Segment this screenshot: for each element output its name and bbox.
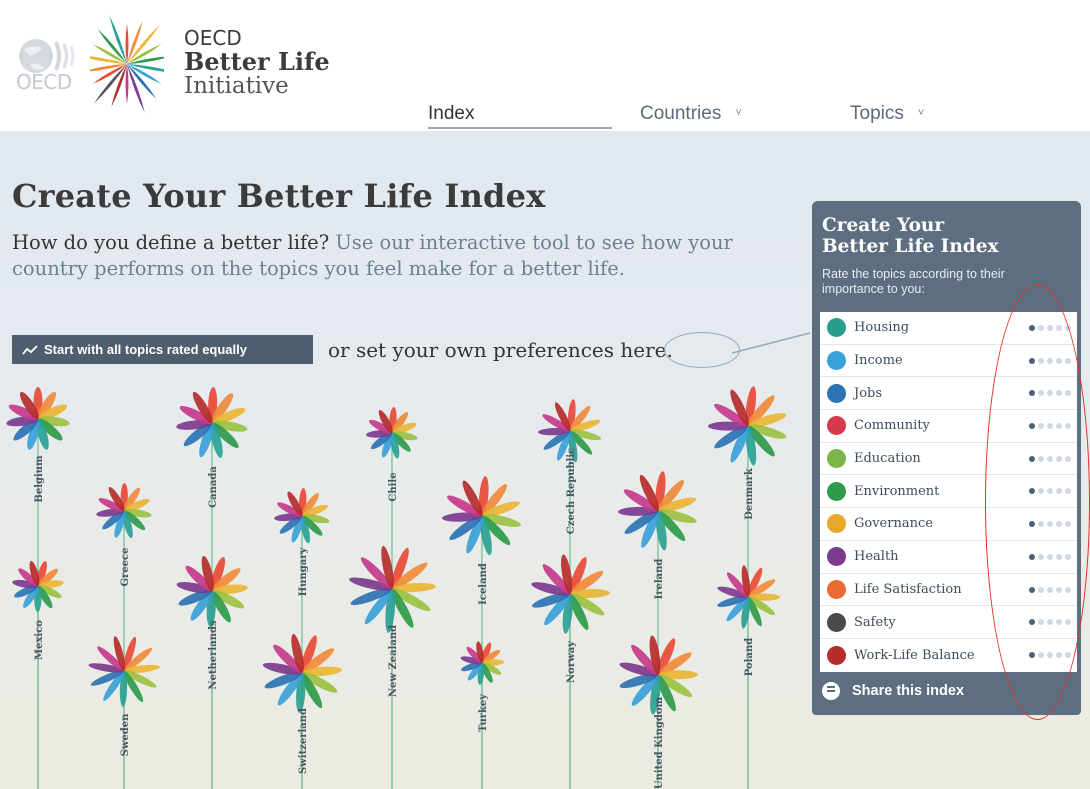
country-label: Chile: [388, 472, 399, 501]
tab-index-label: Index: [428, 103, 475, 124]
country-flower: Netherlands: [176, 555, 248, 789]
intro-text: How do you define a better life? Use our…: [12, 230, 762, 282]
country-label: Netherlands: [208, 620, 219, 690]
logo-petal: [127, 64, 164, 74]
rate-all-equally-label: Start with all topics rated equally: [44, 342, 247, 357]
logo-petal: [125, 64, 129, 104]
country-label: United Kingdom: [654, 696, 665, 789]
here-highlight-oval: [664, 332, 740, 368]
share-index-button[interactable]: Share this index: [822, 682, 964, 700]
country-label: Sweden: [120, 713, 131, 757]
page-title: Create Your Better Life Index: [12, 177, 546, 215]
runner-icon: [827, 612, 846, 632]
country-flower: Poland: [717, 565, 780, 789]
country-label: Switzerland: [298, 708, 309, 774]
topic-label: Education: [854, 451, 921, 467]
share-index-label: Share this index: [852, 683, 965, 699]
briefcase-icon: [827, 383, 846, 403]
intro-lead: How do you define a better life?: [12, 231, 330, 254]
tree-icon: [827, 481, 846, 501]
topic-label: Housing: [854, 320, 910, 336]
logo-petal: [90, 54, 127, 64]
country-label: Ireland: [654, 559, 665, 600]
cross-icon: [827, 547, 846, 567]
logo-petal: [109, 15, 127, 64]
better-life-flower-logo[interactable]: [90, 6, 164, 126]
wordmark-line-oecd: OECD: [184, 26, 242, 50]
country-label: Mexico: [34, 620, 45, 660]
country-flower: New Zealand: [349, 545, 436, 789]
chevron-down-icon: ˅: [735, 107, 742, 119]
tab-countries-label: Countries: [640, 103, 722, 124]
country-label: Hungary: [298, 547, 309, 597]
preferences-text: or set your own preferences here.: [328, 338, 673, 362]
country-flower: Turkey: [460, 641, 504, 789]
country-label: Czech Republic: [566, 448, 577, 534]
panel-subtitle: Rate the topics according to their impor…: [822, 267, 1005, 296]
topic-label: Safety: [854, 614, 896, 630]
book-icon: [827, 449, 846, 469]
country-label: New Zealand: [388, 625, 399, 697]
tab-index[interactable]: Index: [428, 103, 612, 129]
country-label: Belgium: [34, 455, 45, 503]
balance-icon: [827, 645, 846, 665]
tab-countries[interactable]: Countries ˅: [640, 103, 742, 125]
country-label: Denmark: [744, 467, 755, 520]
topic-label: Work-Life Balance: [854, 647, 975, 663]
country-flower: United Kingdom: [619, 635, 698, 789]
topic-label: Environment: [854, 483, 940, 499]
country-label: Iceland: [478, 563, 489, 605]
oecd-logo-text: OECD: [16, 70, 72, 94]
topic-label: Health: [854, 549, 899, 565]
country-label: Canada: [208, 466, 219, 508]
money-icon: [827, 351, 846, 371]
panel-title-line1: Create Your: [822, 215, 945, 236]
country-flower: Sweden: [88, 636, 160, 789]
country-label: Greece: [120, 548, 131, 587]
better-life-initiative-wordmark[interactable]: OECD Better Life Initiative: [184, 28, 330, 98]
panel-title-line2: Better Life Index: [822, 236, 999, 257]
heart-icon: [827, 579, 846, 599]
country-label: Turkey: [478, 693, 489, 732]
country-flower: Norway: [531, 554, 610, 789]
topic-label: Governance: [854, 516, 933, 532]
country-label: Poland: [744, 638, 755, 676]
country-label: Norway: [566, 640, 577, 683]
panel-title: Create Your Better Life Index: [822, 215, 999, 257]
chevron-down-icon: ˅: [917, 107, 925, 119]
tab-topics-label: Topics: [850, 103, 904, 124]
preferences-prompt: or set your own preferences: [328, 338, 615, 362]
country-flower: Switzerland: [262, 633, 342, 789]
people-icon: [827, 416, 846, 436]
topic-label: Jobs: [854, 385, 883, 401]
logo-petal: [125, 24, 129, 64]
rating-highlight-ellipse: [985, 284, 1090, 720]
topic-label: Income: [854, 353, 903, 369]
trend-line-icon: [22, 344, 38, 355]
topic-label: Life Satisfaction: [854, 581, 962, 597]
country-flowers-field: Belgium Mexico Greece Sweden Canada Netherlan…: [6, 386, 787, 789]
scales-icon: [827, 514, 846, 534]
wordmark-line-initiative: Initiative: [184, 73, 289, 99]
wordmark-line-better-life: Better Life: [184, 47, 330, 76]
pointer-line: [731, 332, 811, 354]
country-flower: Mexico: [12, 560, 64, 789]
house-icon: [827, 318, 846, 338]
tab-topics[interactable]: Topics ˅: [850, 103, 924, 125]
rate-all-equally-button[interactable]: Start with all topics rated equally: [12, 335, 313, 364]
speech-bubble-icon: [822, 682, 840, 700]
topic-label: Community: [854, 418, 930, 434]
site-header: OECD OECD Better Life Initiative Index C…: [0, 0, 1090, 131]
logo-petal: [127, 64, 145, 113]
